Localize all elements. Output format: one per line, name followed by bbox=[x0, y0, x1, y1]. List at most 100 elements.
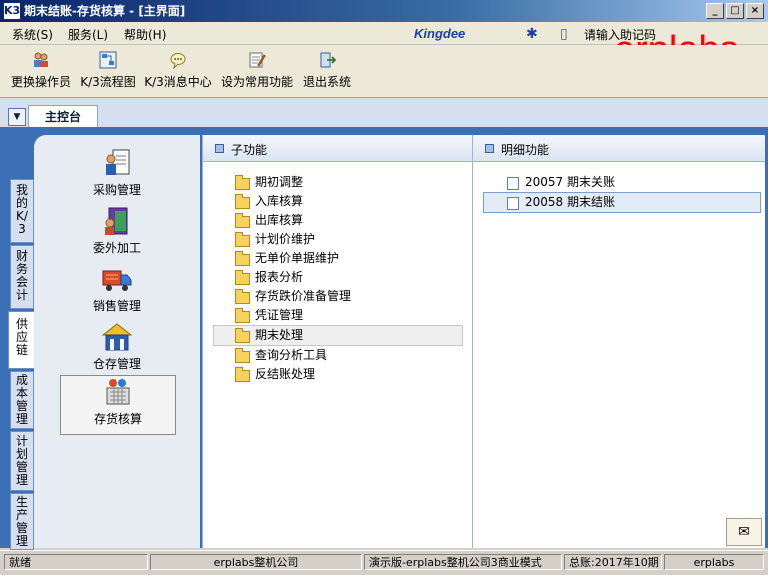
folder-item-selected[interactable]: 期末处理 bbox=[213, 325, 463, 346]
detail-code: 20058 bbox=[525, 195, 564, 209]
sales-truck-icon bbox=[102, 270, 132, 291]
detail-list: 20057 期末关账 20058 期末结账 bbox=[473, 173, 765, 213]
vtab-label: 计划管理 bbox=[15, 434, 28, 487]
module-nav-pane: 采购管理 委外加工 销售管理 仓存管理 存货核算 bbox=[34, 135, 200, 548]
folder-item[interactable]: 无单价单据维护 bbox=[203, 249, 473, 268]
folder-item[interactable]: 入库核算 bbox=[203, 192, 473, 211]
vtab-my-k3[interactable]: 我的K/3 bbox=[10, 179, 34, 243]
folder-item[interactable]: 报表分析 bbox=[203, 268, 473, 287]
folder-label: 凭证管理 bbox=[255, 308, 304, 322]
outsourcing-icon bbox=[105, 207, 128, 235]
envelope-icon: ✉ bbox=[738, 524, 750, 540]
folder-icon bbox=[235, 270, 250, 285]
folder-item[interactable]: 查询分析工具 bbox=[203, 346, 473, 365]
folder-item[interactable]: 出库核算 bbox=[203, 211, 473, 230]
module-label: 仓存管理 bbox=[92, 357, 141, 371]
document-icon bbox=[507, 177, 519, 190]
menu-service[interactable]: 服务(L) bbox=[68, 26, 108, 43]
folder-label: 无单价单据维护 bbox=[255, 251, 340, 265]
module-label: 采购管理 bbox=[92, 183, 141, 197]
tab-main-console[interactable]: 主控台 bbox=[28, 105, 98, 128]
person-icon[interactable]: ✱ bbox=[526, 26, 538, 42]
status-ledger-period: 总账:2017年10期 bbox=[564, 554, 662, 570]
message-center-button[interactable]: K/3消息中心 bbox=[142, 51, 214, 95]
mobile-phone-icon[interactable]: ▯ bbox=[560, 26, 568, 42]
module-purchase[interactable]: 采购管理 bbox=[60, 147, 174, 203]
folder-label: 存货跌价准备管理 bbox=[255, 289, 352, 303]
detail-item[interactable]: 20057 期末关账 bbox=[473, 173, 765, 192]
message-center-label: K/3消息中心 bbox=[144, 75, 212, 89]
folder-item[interactable]: 反结账处理 bbox=[203, 365, 473, 384]
window-controls: _ □ × bbox=[706, 3, 764, 19]
exit-system-label: 退出系统 bbox=[302, 75, 351, 89]
tab-strip: ▼ 主控台 bbox=[0, 97, 768, 128]
warehouse-icon bbox=[101, 323, 133, 351]
module-inventory-accounting[interactable]: 存货核算 bbox=[60, 375, 176, 435]
folder-item[interactable]: 凭证管理 bbox=[203, 306, 473, 325]
menu-bar: 系统(S) 服务(L) 帮助(H) Kingdee ✱ ▯ 请输入助记码 erp… bbox=[0, 22, 768, 70]
vtab-production-management[interactable]: 生产管理 bbox=[10, 493, 34, 550]
folder-label: 查询分析工具 bbox=[255, 348, 328, 362]
detail-function-pane: 明细功能 20057 期末关账 20058 期末结账 bbox=[472, 135, 765, 548]
folder-label: 出库核算 bbox=[255, 213, 304, 227]
detail-name: 期末结账 bbox=[567, 195, 616, 209]
folder-label: 期末处理 bbox=[255, 328, 304, 342]
folder-icon bbox=[235, 175, 250, 190]
status-user: erplabs bbox=[664, 554, 764, 570]
status-bar: 就绪 erplabs整机公司 演示版-erplabs整机公司3商业模式 总账:2… bbox=[0, 550, 768, 575]
status-text: 就绪 bbox=[4, 554, 148, 570]
folder-icon bbox=[235, 251, 250, 266]
document-icon bbox=[507, 197, 519, 210]
vtab-label: 供应链 bbox=[15, 317, 28, 357]
title-bar: K3 期末结账-存货核算 - [主界面] _ □ × bbox=[0, 0, 768, 22]
folder-item[interactable]: 期初调整 bbox=[203, 173, 473, 192]
detail-name: 期末关账 bbox=[567, 175, 616, 189]
set-favorite-button[interactable]: 设为常用功能 bbox=[220, 51, 294, 95]
vtab-supply-chain[interactable]: 供应链 bbox=[8, 311, 36, 369]
header-square-icon bbox=[485, 144, 494, 153]
vtab-finance[interactable]: 财务会计 bbox=[10, 245, 34, 309]
menu-system[interactable]: 系统(S) bbox=[12, 26, 53, 43]
window-title: 期末结账-存货核算 - [主界面] bbox=[24, 4, 186, 18]
change-operator-button[interactable]: 更换操作员 bbox=[8, 51, 74, 95]
folder-icon bbox=[235, 308, 250, 323]
tab-dropdown-chevron-icon[interactable]: ▼ bbox=[8, 108, 26, 126]
folder-icon bbox=[235, 289, 250, 304]
folder-icon bbox=[235, 348, 250, 363]
folder-icon bbox=[235, 213, 250, 228]
module-sales[interactable]: 销售管理 bbox=[60, 263, 174, 319]
set-favorite-label: 设为常用功能 bbox=[220, 75, 293, 89]
folder-item[interactable]: 计划价维护 bbox=[203, 230, 473, 249]
favorite-icon bbox=[249, 52, 266, 68]
folder-label: 入库核算 bbox=[255, 194, 304, 208]
vtab-cost-management[interactable]: 成本管理 bbox=[10, 371, 34, 429]
module-label: 存货核算 bbox=[93, 412, 142, 426]
vtab-label: 成本管理 bbox=[15, 373, 28, 426]
message-icon bbox=[170, 53, 186, 69]
module-warehouse[interactable]: 仓存管理 bbox=[60, 321, 174, 377]
folder-label: 报表分析 bbox=[255, 270, 304, 284]
mail-button[interactable]: ✉ bbox=[726, 518, 762, 546]
close-button[interactable]: × bbox=[746, 3, 764, 19]
vtab-plan-management[interactable]: 计划管理 bbox=[10, 431, 34, 491]
minimize-button[interactable]: _ bbox=[706, 3, 724, 19]
change-operator-label: 更换操作员 bbox=[10, 75, 71, 89]
folder-label: 反结账处理 bbox=[255, 367, 316, 381]
app-logo-icon: K3 bbox=[4, 3, 21, 19]
folder-icon bbox=[235, 367, 250, 382]
flowchart-button[interactable]: K/3流程图 bbox=[78, 51, 138, 95]
purchase-icon bbox=[106, 149, 130, 175]
toolbar: 更换操作员 K/3流程图 K/3消息中心 设为常用功能 退出系统 bbox=[0, 45, 768, 97]
folder-item[interactable]: 存货跌价准备管理 bbox=[203, 287, 473, 306]
detail-item-selected[interactable]: 20058 期末结账 bbox=[483, 192, 761, 213]
maximize-button[interactable]: □ bbox=[726, 3, 744, 19]
users-icon bbox=[34, 52, 48, 67]
detail-header-title: 明细功能 bbox=[501, 143, 550, 157]
folder-label: 期初调整 bbox=[255, 175, 304, 189]
detail-header: 明细功能 bbox=[473, 135, 765, 162]
vtab-label: 我的K/3 bbox=[15, 183, 28, 236]
module-outsourcing[interactable]: 委外加工 bbox=[60, 205, 174, 261]
exit-system-button[interactable]: 退出系统 bbox=[300, 51, 354, 95]
exit-icon bbox=[320, 52, 336, 68]
menu-help[interactable]: 帮助(H) bbox=[124, 26, 166, 43]
